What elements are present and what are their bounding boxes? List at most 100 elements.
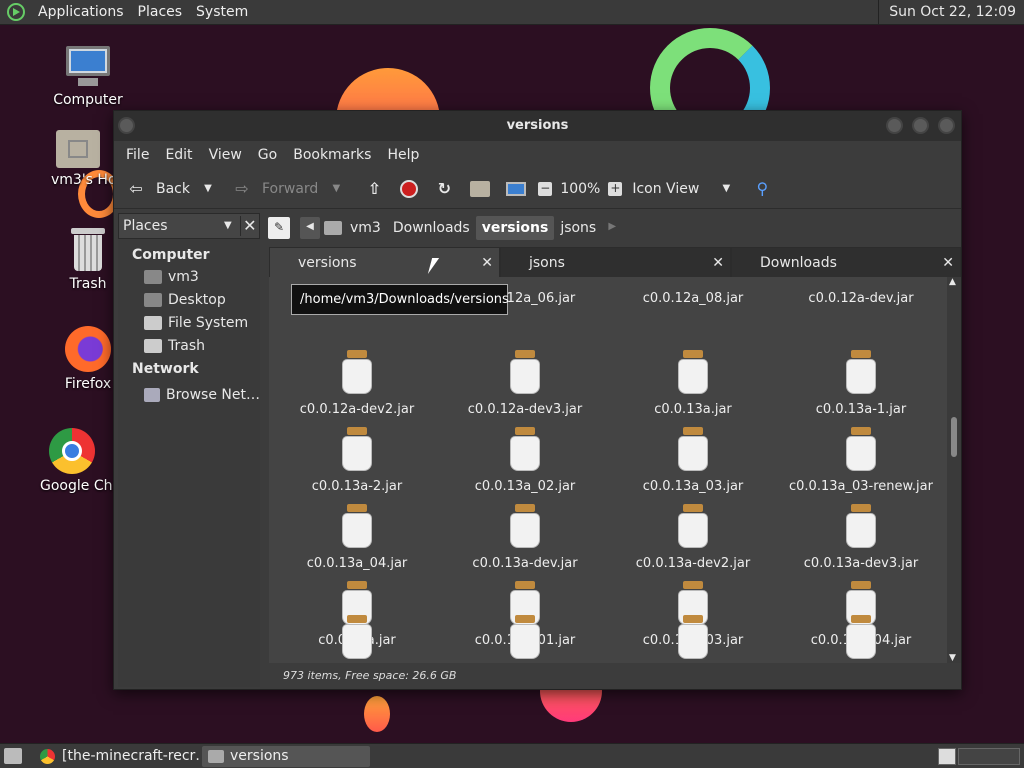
jar-file-icon[interactable] xyxy=(508,615,542,661)
menu-file[interactable]: File xyxy=(118,147,157,163)
scroll-up-icon[interactable]: ▲ xyxy=(949,277,956,287)
desktop-icon-computer[interactable]: Computer xyxy=(38,46,138,108)
close-sidebar-icon[interactable]: ✕ xyxy=(239,216,259,236)
close-icon[interactable] xyxy=(938,117,955,134)
scroll-down-icon[interactable]: ▼ xyxy=(949,653,956,663)
menu-bookmarks[interactable]: Bookmarks xyxy=(285,147,379,163)
window-menu-icon[interactable] xyxy=(118,117,135,134)
file-name-label[interactable]: c0.0.13a.jar xyxy=(609,402,777,417)
file-name-label[interactable]: c0.0.13a-2.jar xyxy=(273,479,441,494)
zoom-level: 100% xyxy=(560,180,601,197)
view-mode-select[interactable]: Icon View ▼ xyxy=(628,174,740,204)
taskbar-item-versions[interactable]: versions xyxy=(202,746,370,767)
file-name-label[interactable]: c0.0.13a_03-renew.jar xyxy=(777,479,945,494)
jar-file-icon[interactable] xyxy=(508,504,542,550)
minimize-icon[interactable] xyxy=(886,117,903,134)
forward-button[interactable]: ⇨ Forward xyxy=(228,174,322,204)
menu-help[interactable]: Help xyxy=(379,147,427,163)
reload-button[interactable]: ↻ xyxy=(430,174,458,204)
jar-file-icon[interactable] xyxy=(844,427,878,473)
close-tab-icon[interactable]: ✕ xyxy=(712,248,724,278)
desktop-icon-home[interactable]: vm3's Home xyxy=(38,130,118,188)
file-name-label[interactable]: c0.0.12a-dev3.jar xyxy=(441,402,609,417)
jar-file-icon[interactable] xyxy=(340,427,374,473)
sidebar-type-select[interactable]: Places xyxy=(123,218,220,234)
menu-view[interactable]: View xyxy=(201,147,250,163)
workspace-switcher-empty[interactable] xyxy=(958,748,1020,765)
window-titlebar[interactable]: versions xyxy=(114,111,961,141)
file-name-label[interactable]: c0.0.12a-dev.jar xyxy=(777,291,945,306)
menu-places[interactable]: Places xyxy=(131,0,190,25)
file-name-label[interactable]: c0.0.13a_03.jar xyxy=(609,479,777,494)
sidebar-item-browse-network[interactable]: Browse Net… xyxy=(118,383,260,406)
menubar: File Edit View Go Bookmarks Help xyxy=(114,141,961,169)
view-mode-label: Icon View xyxy=(632,180,700,197)
zoom-out-button[interactable]: − xyxy=(534,174,556,204)
crumb-versions[interactable]: versions xyxy=(475,216,555,240)
trash-icon xyxy=(71,228,105,272)
jar-file-icon[interactable] xyxy=(844,504,878,550)
sidebar-item-vm3[interactable]: vm3 xyxy=(118,265,260,288)
menu-edit[interactable]: Edit xyxy=(157,147,200,163)
jar-file-icon[interactable] xyxy=(676,427,710,473)
crumb-vm3[interactable]: vm3 xyxy=(344,216,387,240)
location-edit-icon[interactable]: ✎ xyxy=(268,217,290,239)
jar-file-icon[interactable] xyxy=(508,427,542,473)
jar-file-icon[interactable] xyxy=(676,615,710,661)
path-back-arrow-icon[interactable]: ◀ xyxy=(300,217,320,239)
desktop-icon-chrome[interactable]: Google Chrome xyxy=(30,428,114,494)
file-name-label[interactable]: c0.0.13a-dev3.jar xyxy=(777,556,945,571)
stop-button[interactable] xyxy=(396,174,422,204)
jar-file-icon[interactable] xyxy=(508,350,542,396)
close-tab-icon[interactable]: ✕ xyxy=(481,248,493,278)
show-desktop-icon[interactable] xyxy=(4,748,22,764)
file-name-label[interactable]: c0.0.13a-dev2.jar xyxy=(609,556,777,571)
jar-file-icon[interactable] xyxy=(844,615,878,661)
chevron-down-icon[interactable]: ▼ xyxy=(220,216,236,236)
menu-system[interactable]: System xyxy=(189,0,255,25)
file-name-label[interactable]: c0.0.13a_04.jar xyxy=(273,556,441,571)
sidebar-item-trash[interactable]: Trash xyxy=(118,334,260,357)
maximize-icon[interactable] xyxy=(912,117,929,134)
clock[interactable]: Sun Oct 22, 12:09 xyxy=(878,0,1024,25)
tab-versions[interactable]: versions ✕ xyxy=(269,247,500,277)
jar-file-icon[interactable] xyxy=(844,350,878,396)
taskbar-item-browser[interactable]: [the-minecraft-recr… xyxy=(34,746,200,767)
computer-button[interactable] xyxy=(502,174,530,204)
menu-applications[interactable]: Applications xyxy=(31,0,131,25)
home-button[interactable] xyxy=(466,174,494,204)
jar-file-icon[interactable] xyxy=(676,350,710,396)
file-name-label[interactable]: c0.0.12a_08.jar xyxy=(609,291,777,306)
jar-file-icon[interactable] xyxy=(340,504,374,550)
file-name-label[interactable]: c0.0.13a-dev.jar xyxy=(441,556,609,571)
search-button[interactable]: ⚲ xyxy=(748,174,776,204)
scrollbar[interactable]: ▲ ▼ xyxy=(947,277,961,663)
chevron-down-icon: ▼ xyxy=(722,182,731,194)
tab-downloads[interactable]: Downloads ✕ xyxy=(731,247,961,277)
path-forward-arrow-icon[interactable]: ▶ xyxy=(602,217,622,239)
crumb-downloads[interactable]: Downloads xyxy=(387,216,476,240)
zoom-in-button[interactable]: + xyxy=(604,174,626,204)
jar-file-icon[interactable] xyxy=(340,615,374,661)
sidebar-item-desktop[interactable]: Desktop xyxy=(118,288,260,311)
up-button[interactable]: ⇧ xyxy=(360,174,388,204)
tab-jsons[interactable]: jsons ✕ xyxy=(500,247,731,277)
distro-logo-icon[interactable] xyxy=(7,3,25,21)
file-name-label[interactable]: c0.0.13a_02.jar xyxy=(441,479,609,494)
file-icon-view[interactable]: ▲ ▼ c0.0.12a_06.jar c0.0.12a_08.jar c0.0.1… xyxy=(269,277,961,663)
sidebar-item-file-system[interactable]: File System xyxy=(118,311,260,334)
home-icon xyxy=(470,180,491,197)
jar-file-icon[interactable] xyxy=(340,350,374,396)
workspace-switcher[interactable] xyxy=(938,748,956,765)
menu-go[interactable]: Go xyxy=(250,147,285,163)
close-tab-icon[interactable]: ✕ xyxy=(942,248,954,278)
scrollbar-thumb[interactable] xyxy=(951,417,957,457)
back-history-dropdown[interactable]: ▼ xyxy=(194,174,222,204)
jar-file-icon[interactable] xyxy=(676,504,710,550)
path-tooltip: /home/vm3/Downloads/versions xyxy=(291,284,509,315)
back-button[interactable]: ⇦ Back xyxy=(122,174,194,204)
crumb-jsons[interactable]: jsons xyxy=(554,216,602,240)
file-name-label[interactable]: c0.0.13a-1.jar xyxy=(777,402,945,417)
file-name-label[interactable]: c0.0.12a-dev2.jar xyxy=(273,402,441,417)
forward-history-dropdown[interactable]: ▼ xyxy=(322,174,350,204)
